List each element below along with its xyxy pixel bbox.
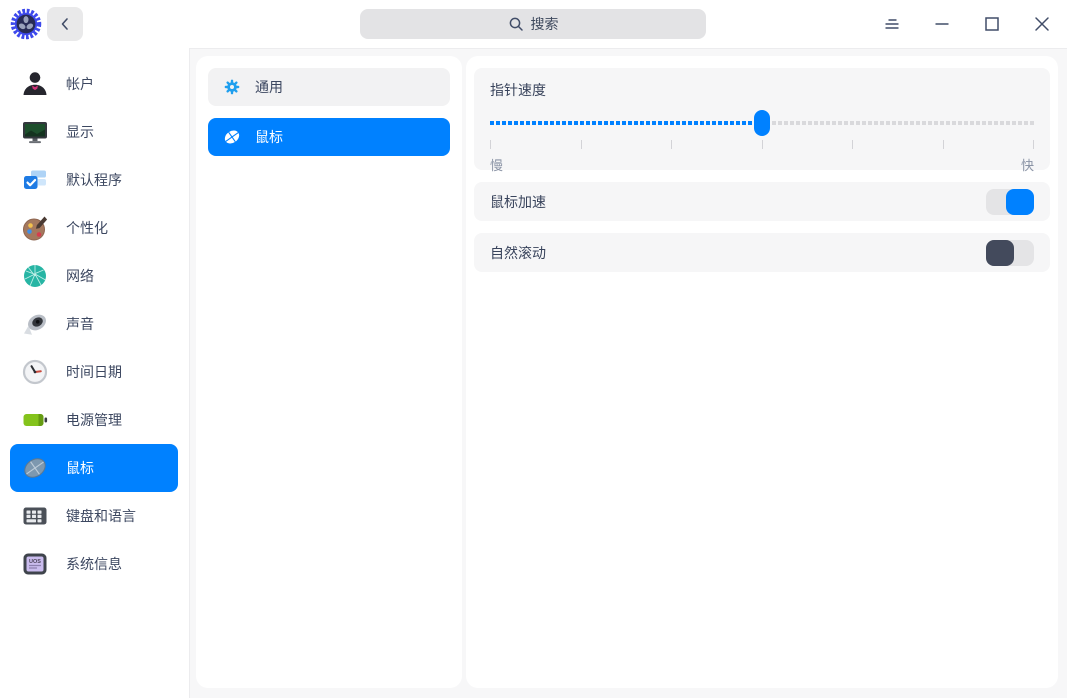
subnav-panel: 通用 鼠标 bbox=[196, 56, 462, 688]
minimize-button[interactable] bbox=[927, 9, 957, 39]
sysinfo-icon: UOS bbox=[20, 549, 50, 579]
sidebar-item-display[interactable]: 显示 bbox=[10, 108, 178, 156]
mouse-acceleration-row: 鼠标加速 bbox=[474, 182, 1050, 221]
toggle-knob bbox=[1006, 189, 1034, 215]
sidebar-item-datetime[interactable]: 时间日期 bbox=[10, 348, 178, 396]
slider-tick bbox=[852, 140, 853, 149]
content-area: 通用 鼠标 指针速度 慢 bbox=[190, 49, 1067, 698]
toggle-knob bbox=[986, 240, 1014, 266]
menu-icon bbox=[881, 13, 903, 35]
sound-icon bbox=[20, 309, 50, 339]
slider-tick bbox=[762, 140, 763, 149]
default-apps-icon bbox=[20, 165, 50, 195]
toggle-switch[interactable] bbox=[986, 240, 1034, 266]
svg-text:UOS: UOS bbox=[29, 559, 41, 565]
toggle-switch[interactable] bbox=[986, 189, 1034, 215]
account-icon bbox=[20, 69, 50, 99]
sidebar-item-label: 电源管理 bbox=[66, 410, 122, 430]
close-button[interactable] bbox=[1027, 9, 1057, 39]
sidebar-item-label: 默认程序 bbox=[66, 170, 122, 190]
minimize-icon bbox=[931, 13, 953, 35]
mouse-acceleration-label: 鼠标加速 bbox=[490, 192, 546, 212]
sidebar: 帐户 显示 默认程序 bbox=[0, 48, 190, 698]
subnav-item-label: 鼠标 bbox=[255, 127, 283, 147]
slider-tick bbox=[943, 140, 944, 149]
slow-label: 慢 bbox=[490, 155, 503, 174]
search-icon bbox=[508, 16, 524, 32]
sidebar-item-default-apps[interactable]: 默认程序 bbox=[10, 156, 178, 204]
subnav-item-mouse[interactable]: 鼠标 bbox=[208, 118, 450, 156]
maximize-button[interactable] bbox=[977, 9, 1007, 39]
pointer-speed-handle[interactable] bbox=[754, 110, 770, 136]
slider-tick bbox=[1033, 140, 1034, 149]
sidebar-item-label: 帐户 bbox=[66, 74, 94, 94]
personalization-icon bbox=[20, 213, 50, 243]
power-icon bbox=[20, 405, 50, 435]
sidebar-item-label: 显示 bbox=[66, 122, 94, 142]
window-controls bbox=[877, 9, 1057, 39]
network-icon bbox=[20, 261, 50, 291]
pointer-speed-fill bbox=[490, 121, 762, 125]
mouse-icon bbox=[222, 127, 242, 147]
search-input[interactable]: 搜索 bbox=[360, 9, 706, 39]
keyboard-icon bbox=[20, 501, 50, 531]
sidebar-item-label: 鼠标 bbox=[66, 458, 94, 478]
mouse-icon bbox=[20, 453, 50, 483]
sidebar-item-network[interactable]: 网络 bbox=[10, 252, 178, 300]
sidebar-item-accounts[interactable]: 帐户 bbox=[10, 60, 178, 108]
pointer-speed-card: 指针速度 慢 快 bbox=[474, 68, 1050, 170]
back-icon bbox=[58, 17, 72, 31]
sidebar-item-label: 键盘和语言 bbox=[66, 506, 136, 526]
fast-label: 快 bbox=[1021, 155, 1034, 174]
slider-tick bbox=[581, 140, 582, 149]
natural-scrolling-row: 自然滚动 bbox=[474, 233, 1050, 272]
back-button[interactable] bbox=[47, 7, 83, 41]
slider-tick bbox=[671, 140, 672, 149]
sidebar-item-sysinfo[interactable]: UOS 系统信息 bbox=[10, 540, 178, 588]
slider-tick bbox=[490, 140, 491, 149]
sidebar-item-label: 时间日期 bbox=[66, 362, 122, 382]
settings-panel: 指针速度 慢 快 鼠标加速 自然滚动 bbox=[466, 56, 1058, 688]
sidebar-item-label: 声音 bbox=[66, 314, 94, 334]
display-icon bbox=[20, 117, 50, 147]
sidebar-item-personalization[interactable]: 个性化 bbox=[10, 204, 178, 252]
app-logo bbox=[10, 8, 42, 40]
natural-scrolling-label: 自然滚动 bbox=[490, 243, 546, 263]
search-placeholder: 搜索 bbox=[531, 14, 559, 34]
pointer-speed-slider[interactable] bbox=[490, 110, 1034, 136]
sidebar-item-keyboard[interactable]: 键盘和语言 bbox=[10, 492, 178, 540]
pointer-speed-ticks bbox=[490, 140, 1034, 149]
pointer-speed-minmax: 慢 快 bbox=[490, 155, 1034, 174]
sidebar-item-label: 系统信息 bbox=[66, 554, 122, 574]
menu-button[interactable] bbox=[877, 9, 907, 39]
datetime-icon bbox=[20, 357, 50, 387]
titlebar-divider bbox=[190, 48, 1067, 49]
sidebar-item-power[interactable]: 电源管理 bbox=[10, 396, 178, 444]
subnav-item-general[interactable]: 通用 bbox=[208, 68, 450, 106]
sidebar-item-mouse[interactable]: 鼠标 bbox=[10, 444, 178, 492]
sidebar-item-sound[interactable]: 声音 bbox=[10, 300, 178, 348]
gear-icon bbox=[222, 77, 242, 97]
titlebar: 搜索 bbox=[0, 0, 1067, 48]
pointer-speed-title: 指针速度 bbox=[490, 80, 1034, 100]
subnav-item-label: 通用 bbox=[255, 77, 283, 97]
maximize-icon bbox=[981, 13, 1003, 35]
close-icon bbox=[1031, 13, 1053, 35]
sidebar-item-label: 网络 bbox=[66, 266, 94, 286]
sidebar-item-label: 个性化 bbox=[66, 218, 108, 238]
